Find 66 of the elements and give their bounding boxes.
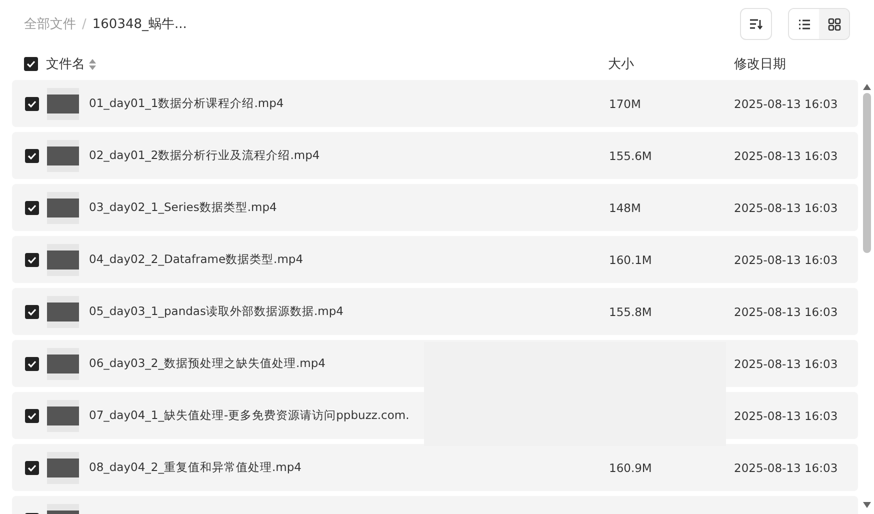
file-size: 160.1M xyxy=(609,252,652,266)
check-icon xyxy=(27,100,37,108)
breadcrumb-separator: / xyxy=(82,16,86,32)
scroll-down-icon xyxy=(863,502,871,508)
check-icon xyxy=(27,256,37,264)
check-icon xyxy=(27,308,37,316)
column-header[interactable]: 修改日期 xyxy=(734,55,874,73)
video-thumbnail xyxy=(47,88,79,120)
row-checkbox[interactable] xyxy=(25,96,39,110)
file-name[interactable]: 01_day01_1数据分析课程介绍.mp4 xyxy=(89,96,284,111)
file-row[interactable]: 04_day02_2_Dataframe数据类型.mp4 160.1M 2025-08-13 16:03 xyxy=(12,236,858,283)
column-header[interactable]: 文件名 xyxy=(46,55,85,73)
check-icon xyxy=(27,464,37,472)
file-name[interactable]: 06_day03_2_数据预处理之缺失值处理.mp4 xyxy=(89,356,326,371)
modified-date: 2025-08-13 16:03 xyxy=(734,356,838,370)
video-thumbnail xyxy=(47,140,79,172)
row-checkbox[interactable] xyxy=(25,252,39,266)
file-row[interactable]: 01_day01_1数据分析课程介绍.mp4 170M 2025-08-13 16:03 xyxy=(12,80,858,127)
modified-date: 2025-08-13 16:03 xyxy=(734,460,838,474)
file-size: 170M xyxy=(609,96,641,110)
check-icon xyxy=(27,152,37,160)
video-thumbnail xyxy=(47,244,79,276)
sort-arrows-icon xyxy=(89,58,96,70)
file-row[interactable]: 02_day01_2数据分析行业及流程介绍.mp4 155.6M 2025-08-13 16:03 xyxy=(12,132,858,179)
video-thumbnail xyxy=(47,348,79,380)
sort-button[interactable] xyxy=(740,8,772,40)
file-row[interactable]: 08_day04_2_重复值和异常值处理.mp4 160.9M 2025-08-13 16:03 xyxy=(12,444,858,491)
video-thumbnail xyxy=(47,452,79,484)
file-size: 155.6M xyxy=(609,148,652,162)
modified-date: 2025-08-13 16:03 xyxy=(734,304,838,318)
list-icon xyxy=(798,18,810,30)
check-icon xyxy=(27,204,37,212)
check-icon xyxy=(26,60,36,68)
grid-icon xyxy=(828,18,840,30)
video-thumbnail xyxy=(47,400,79,432)
row-checkbox[interactable] xyxy=(25,356,39,370)
row-checkbox[interactable] xyxy=(25,460,39,474)
file-row[interactable]: 03_day02_1_Series数据类型.mp4 148M 2025-08-13 16:03 xyxy=(12,184,858,231)
video-thumbnail xyxy=(47,192,79,224)
check-icon xyxy=(27,412,37,420)
row-checkbox[interactable] xyxy=(25,304,39,318)
modified-date: 2025-08-13 16:03 xyxy=(734,408,838,422)
file-row[interactable]: 05_day03_1_pandas读取外部数据源数据.mp4 155.8M 2025-08-13 16:03 xyxy=(12,288,858,335)
column-header[interactable]: 大小 xyxy=(608,55,734,73)
row-checkbox[interactable] xyxy=(25,408,39,422)
modified-date: 2025-08-13 16:03 xyxy=(734,200,838,214)
scroll-up-icon xyxy=(863,84,871,90)
video-thumbnail xyxy=(47,296,79,328)
modified-date: 2025-08-13 16:03 xyxy=(734,148,838,162)
row-checkbox[interactable] xyxy=(25,148,39,162)
sort-icon xyxy=(749,18,763,30)
file-name[interactable]: 07_day04_1_缺失值处理-更多免费资源请访问ppbuzz.com. xyxy=(89,408,410,423)
modified-date: 2025-08-13 16:03 xyxy=(734,96,838,110)
file-name[interactable]: 04_day02_2_Dataframe数据类型.mp4 xyxy=(89,252,304,267)
grid-view-button[interactable] xyxy=(819,9,849,39)
file-name[interactable]: 08_day04_2_重复值和异常值处理.mp4 xyxy=(89,460,302,475)
file-name[interactable]: 02_day01_2数据分析行业及流程介绍.mp4 xyxy=(89,148,320,163)
modified-date: 2025-08-13 16:03 xyxy=(734,252,838,266)
file-size: 160.9M xyxy=(609,460,652,474)
file-name[interactable]: 05_day03_1_pandas读取外部数据源数据.mp4 xyxy=(89,304,344,319)
row-checkbox[interactable] xyxy=(25,200,39,214)
file-name[interactable]: 03_day02_1_Series数据类型.mp4 xyxy=(89,200,277,215)
file-size: 148M xyxy=(609,200,641,214)
select-all-checkbox[interactable] xyxy=(24,57,38,71)
check-icon xyxy=(27,360,37,368)
file-size: 155.8M xyxy=(609,304,652,318)
